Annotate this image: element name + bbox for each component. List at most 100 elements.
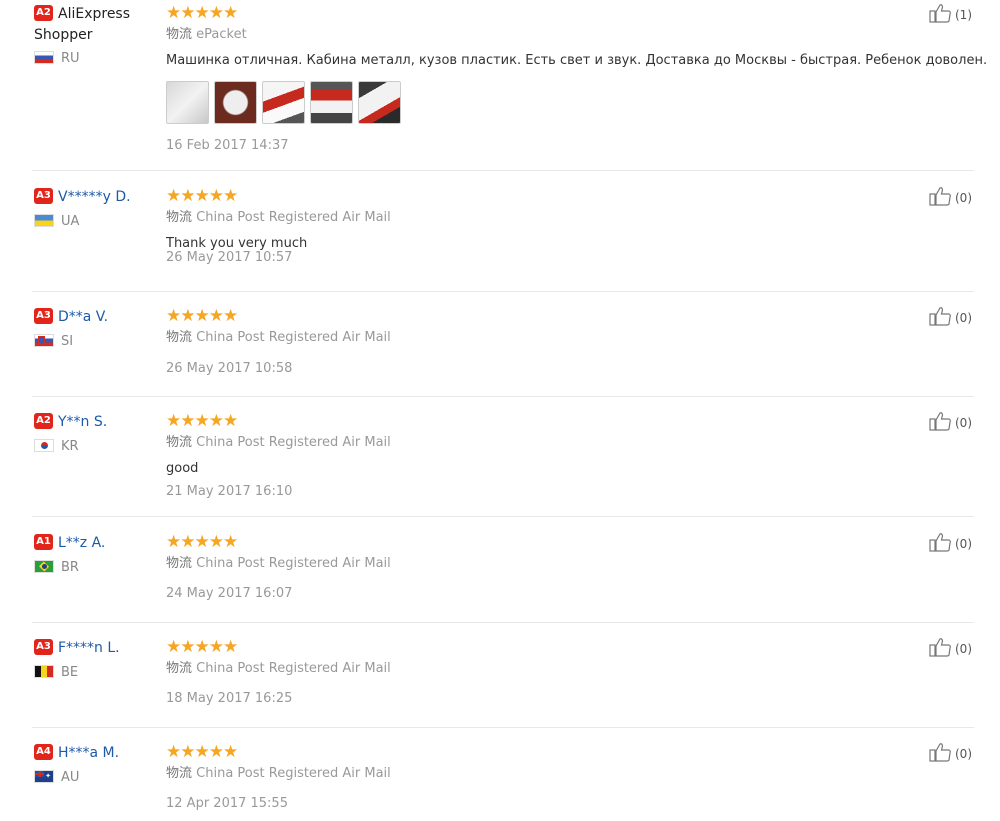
review-author: A2 AliExpress Shopper RU bbox=[34, 3, 162, 68]
buyer-level-badge: A2 bbox=[34, 413, 53, 429]
shipping-value: China Post Registered Air Mail bbox=[196, 556, 391, 571]
like-button[interactable]: (0) bbox=[929, 637, 972, 659]
review-photo-thumbnail[interactable] bbox=[358, 81, 401, 124]
review-body: ★★★★★ 物流 China Post Registered Air Mail … bbox=[166, 306, 946, 376]
buyer-level-badge: A3 bbox=[34, 188, 53, 204]
thumbs-up-icon bbox=[929, 638, 951, 657]
review-date: 26 May 2017 10:57 bbox=[166, 250, 293, 265]
buyer-country: SI bbox=[34, 333, 162, 351]
review-photo-thumbnail[interactable] bbox=[166, 81, 209, 124]
review-body: ★★★★★ 物流 ePacket Машинка отличная. Кабин… bbox=[166, 3, 988, 153]
stars-icon: ★★★★★ bbox=[166, 411, 238, 431]
divider bbox=[32, 727, 974, 728]
review-date: 16 Feb 2017 14:37 bbox=[166, 138, 289, 153]
thumbs-up-icon bbox=[929, 187, 951, 206]
like-button[interactable]: (0) bbox=[929, 532, 972, 554]
review-body: ★★★★★ 物流 China Post Registered Air Mail … bbox=[166, 637, 946, 706]
flag-au-icon bbox=[34, 770, 54, 783]
shipping-method: 物流 China Post Registered Air Mail bbox=[166, 329, 946, 347]
flag-si-icon bbox=[34, 334, 54, 347]
stars-icon: ★★★★★ bbox=[166, 3, 238, 23]
buyer-country: BR bbox=[34, 559, 162, 577]
review-item: A1 L**z A. BR ★★★★★ 物流 China Post Registe… bbox=[0, 532, 1000, 622]
divider bbox=[32, 622, 974, 623]
review-comment: Машинка отличная. Кабина металл, кузов п… bbox=[166, 53, 988, 68]
review-comment: good bbox=[166, 461, 199, 476]
review-photo-thumbnail[interactable] bbox=[262, 81, 305, 124]
buyer-level-badge: A3 bbox=[34, 308, 53, 324]
review-author: A2 Y**n S. KR bbox=[34, 411, 162, 456]
buyer-name[interactable]: F****n L. bbox=[58, 640, 120, 656]
shipping-label: 物流 bbox=[166, 27, 193, 42]
stars-icon: ★★★★★ bbox=[166, 532, 238, 552]
shipping-label: 物流 bbox=[166, 330, 193, 345]
buyer-country: UA bbox=[34, 213, 162, 231]
like-count: (1) bbox=[955, 8, 972, 22]
like-count: (0) bbox=[955, 416, 972, 430]
review-photo-thumbnail[interactable] bbox=[310, 81, 353, 124]
like-button[interactable]: (0) bbox=[929, 306, 972, 328]
buyer-level-badge: A2 bbox=[34, 5, 53, 21]
buyer-country: KR bbox=[34, 438, 162, 456]
review-body: ★★★★★ 物流 China Post Registered Air Mail … bbox=[166, 411, 946, 499]
buyer-level-badge: A1 bbox=[34, 534, 53, 550]
like-count: (0) bbox=[955, 311, 972, 325]
country-code: BR bbox=[61, 560, 79, 575]
country-code: BE bbox=[61, 665, 79, 680]
stars-icon: ★★★★★ bbox=[166, 306, 238, 326]
star-rating: ★★★★★ bbox=[166, 186, 946, 206]
flag-kr-icon bbox=[34, 439, 54, 452]
shipping-value: ePacket bbox=[196, 27, 247, 42]
shipping-value: China Post Registered Air Mail bbox=[196, 330, 391, 345]
shipping-method: 物流 China Post Registered Air Mail bbox=[166, 434, 946, 452]
shipping-value: China Post Registered Air Mail bbox=[196, 210, 391, 225]
buyer-level-badge: A3 bbox=[34, 639, 53, 655]
review-date: 18 May 2017 16:25 bbox=[166, 691, 293, 706]
shipping-value: China Post Registered Air Mail bbox=[196, 766, 391, 781]
like-count: (0) bbox=[955, 642, 972, 656]
country-code: AU bbox=[61, 770, 80, 785]
like-count: (0) bbox=[955, 747, 972, 761]
review-item: A4 H***a M. AU ★★★★★ 物流 China Post Regist… bbox=[0, 742, 1000, 821]
review-date: 12 Apr 2017 15:55 bbox=[166, 796, 288, 811]
buyer-name[interactable]: H***a M. bbox=[58, 745, 119, 761]
review-date: 21 May 2017 16:10 bbox=[166, 484, 293, 499]
like-button[interactable]: (0) bbox=[929, 411, 972, 433]
shipping-label: 物流 bbox=[166, 661, 193, 676]
like-count: (0) bbox=[955, 191, 972, 205]
buyer-name[interactable]: L**z A. bbox=[58, 535, 105, 551]
shipping-label: 物流 bbox=[166, 210, 193, 225]
reviews-list: A2 AliExpress Shopper RU ★★★★★ 物流 ePacket… bbox=[0, 0, 1000, 821]
stars-icon: ★★★★★ bbox=[166, 742, 238, 762]
review-item: A3 F****n L. BE ★★★★★ 物流 China Post Regis… bbox=[0, 637, 1000, 727]
shipping-method: 物流 China Post Registered Air Mail bbox=[166, 555, 946, 573]
shipping-method: 物流 China Post Registered Air Mail bbox=[166, 765, 946, 783]
review-item: A3 D**a V. SI ★★★★★ 物流 China Post Registe… bbox=[0, 306, 1000, 396]
buyer-level-badge: A4 bbox=[34, 744, 53, 760]
review-photo-thumbnail[interactable] bbox=[214, 81, 257, 124]
buyer-country: AU bbox=[34, 769, 162, 787]
flag-be-icon bbox=[34, 665, 54, 678]
country-code: RU bbox=[61, 51, 80, 66]
buyer-country: BE bbox=[34, 664, 162, 682]
like-button[interactable]: (1) bbox=[929, 3, 972, 25]
like-button[interactable]: (0) bbox=[929, 742, 972, 764]
buyer-name[interactable]: Y**n S. bbox=[58, 414, 107, 430]
country-code: KR bbox=[61, 439, 79, 454]
shipping-label: 物流 bbox=[166, 556, 193, 571]
review-author: A1 L**z A. BR bbox=[34, 532, 162, 577]
review-item: A2 AliExpress Shopper RU ★★★★★ 物流 ePacket… bbox=[0, 3, 1000, 170]
country-code: UA bbox=[61, 214, 80, 229]
like-button[interactable]: (0) bbox=[929, 186, 972, 208]
shipping-method: 物流 ePacket bbox=[166, 26, 946, 44]
star-rating: ★★★★★ bbox=[166, 742, 946, 762]
review-body: ★★★★★ 物流 China Post Registered Air Mail … bbox=[166, 186, 946, 265]
review-item: A2 Y**n S. KR ★★★★★ 物流 China Post Registe… bbox=[0, 411, 1000, 516]
buyer-country: RU bbox=[34, 50, 162, 68]
buyer-name[interactable]: V*****y D. bbox=[58, 189, 131, 205]
review-body: ★★★★★ 物流 China Post Registered Air Mail … bbox=[166, 742, 946, 811]
buyer-name[interactable]: D**a V. bbox=[58, 309, 108, 325]
shipping-label: 物流 bbox=[166, 766, 193, 781]
flag-ua-icon bbox=[34, 214, 54, 227]
stars-icon: ★★★★★ bbox=[166, 637, 238, 657]
